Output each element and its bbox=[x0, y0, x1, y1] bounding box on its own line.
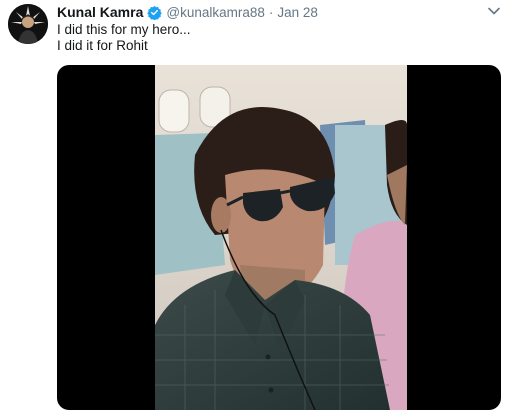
tweet-header: Kunal Kamra @kunalkamra88 · Jan 28 bbox=[57, 3, 318, 21]
tweet-date[interactable]: Jan 28 bbox=[277, 5, 318, 20]
author-handle[interactable]: @kunalkamra88 bbox=[166, 5, 265, 20]
tweet-text-line: I did this for my hero... bbox=[57, 22, 191, 37]
video-player[interactable] bbox=[57, 65, 501, 410]
tweet-text: I did this for my hero... I did it for R… bbox=[57, 22, 191, 54]
verified-badge-icon bbox=[147, 5, 163, 20]
tweet-text-line: I did it for Rohit bbox=[57, 38, 148, 53]
author-name[interactable]: Kunal Kamra bbox=[57, 4, 143, 20]
chevron-down-icon[interactable] bbox=[487, 4, 501, 18]
video-frame[interactable] bbox=[155, 65, 407, 410]
tweet[interactable]: Kunal Kamra @kunalkamra88 · Jan 28 I did… bbox=[0, 0, 511, 410]
separator-dot: · bbox=[268, 4, 274, 20]
avatar[interactable] bbox=[8, 4, 48, 44]
